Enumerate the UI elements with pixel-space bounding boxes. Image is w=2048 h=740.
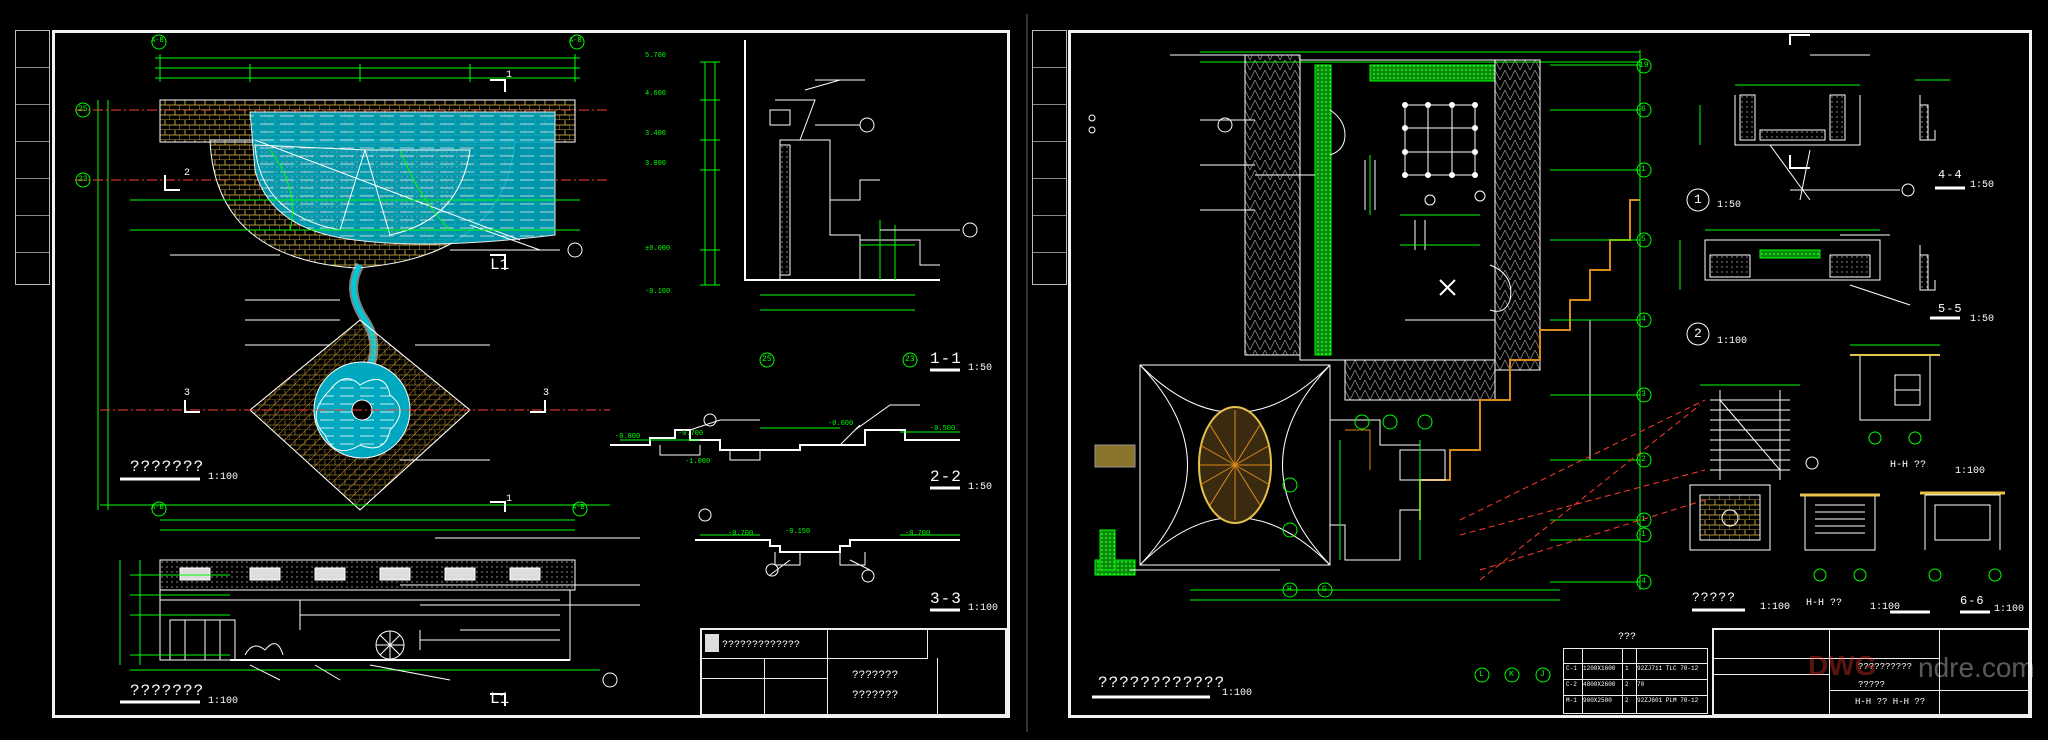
detail-2-number: 2 [1694,326,1702,341]
level-3000: 3.000 [645,160,667,168]
detail-2-scale: 1:100 [1717,336,1748,347]
cut-mark-1-bottom: 1 [506,494,513,505]
schedule-row-1-code: C-1 [1566,665,1577,672]
schedule-row-1-size: 1200X1600 [1583,665,1616,672]
level-neg0700-b: -0.700 [728,530,754,538]
section-5-5-scale: 1:50 [1970,314,1995,325]
level-5700: 5.700 [645,52,667,60]
axis-label-top-right: A-B [569,37,582,45]
level-neg0100: -0.100 [645,288,671,296]
watermark-brand: DWG [1808,650,1877,681]
cut-mark-L1-b: L1 [490,690,510,708]
schedule-row-2-code: C-2 [1566,681,1577,688]
left-title-block-label: ????????????? [722,640,801,651]
section-2-2-scale: 1:50 [968,482,993,493]
left-plan-scale: 1:100 [208,472,239,483]
grid-label-L: L [1479,670,1484,679]
right-plan-title: ???????????? [1098,674,1226,692]
level-neg0500: -0.500 [930,425,956,433]
cut-mark-2: 2 [184,168,191,179]
detail-1-number: 1 [1694,192,1702,207]
schedule-row-3-size: 900X2500 [1583,697,1612,704]
section-6-6-title: 6-6 [1960,594,1985,608]
grid-label-G: G [1322,585,1327,594]
schedule-title: ??? [1618,632,1637,643]
schedule-row-3-ref: 92ZJ601 PLM 70-12 [1637,697,1699,704]
cut-mark-3-left: 3 [184,388,191,399]
cut-mark-3-right: 3 [543,388,550,399]
grid-label-2: 1 [1641,165,1646,174]
section-4-4-title: 4-4 [1938,168,1963,182]
elevation-hh-scale: 1:100 [1955,466,1986,477]
section-3-3-scale: 1:100 [968,603,999,614]
left-plan-title: ??????? [130,458,205,476]
left-title-block-logo [705,634,719,652]
left-elevation [119,501,640,706]
cut-mark-L1-a: L1 [490,256,510,274]
level-neg0800: -0.800 [615,433,641,441]
section-6-6-scale: 1:100 [1994,604,2025,615]
pergola-title: ????? [1692,590,1737,605]
axis-label-sec-25: 25 [762,355,772,364]
level-neg0150: -0.150 [785,528,811,536]
elevation-hh-title: H-H ?? [1890,460,1927,471]
grid-label-K: K [1509,670,1514,679]
level-neg1000: -1.000 [685,458,711,466]
section-3-3-title: 3-3 [930,590,962,608]
level-neg0700: -0.700 [678,430,704,438]
section-4-4-scale: 1:50 [1970,180,1995,191]
schedule-row-1-ref: 92ZJ711 TLC 70-12 [1637,665,1699,672]
detail-1-scale: 1:50 [1717,200,1742,211]
axis-label-23: 23 [78,175,88,184]
grid-label-8: 1 [1641,530,1646,539]
schedule-row-3-qty: 2 [1625,697,1629,704]
section-1-1-title: 1-1 [930,350,962,368]
grid-label-1: 6 [1641,105,1646,114]
schedule-row-1-qty: 1 [1625,665,1629,672]
left-title-block-name1: ??????? [852,670,899,682]
level-3400: 3.400 [645,130,667,138]
section-2-2-title: 2-2 [930,468,962,486]
schedule-row-3-code: M-1 [1566,697,1577,704]
level-neg0600: -0.600 [828,420,854,428]
grid-label-6: 2 [1641,455,1646,464]
section-1-1 [700,40,978,368]
right-plan [1094,50,1706,683]
cut-mark-1-top: 1 [506,70,513,81]
elevation-hh2-title: H-H ?? [1806,598,1843,609]
level-4600: 4.600 [645,90,667,98]
section-1-1-scale: 1:50 [968,363,993,374]
axis-label-mid-right: A-B [572,504,585,512]
pergola-scale: 1:100 [1760,602,1791,613]
left-elevation-scale: 1:100 [208,696,239,707]
axis-label-top-left: A-B [151,37,164,45]
schedule-row-2-size: 4800X2600 [1583,681,1616,688]
right-plan-scale: 1:100 [1222,688,1253,699]
section-5-5-title: 5-5 [1938,302,1963,316]
left-elevation-title: ??????? [130,682,205,700]
schedule-row-2-ref: 70 [1637,681,1645,688]
schedule-row-2-qty: 2 [1625,681,1629,688]
grid-label-3: 5 [1641,235,1646,244]
left-plan [75,34,610,517]
level-neg0700-c: -0.700 [905,530,931,538]
grid-label-5: 3 [1641,390,1646,399]
grid-label-H: H [1287,585,1292,594]
axis-label-25: 25 [78,105,88,114]
level-0000: ±0.000 [645,245,671,253]
grid-label-0: 19 [1639,61,1649,70]
grid-label-7: 1 [1641,515,1646,524]
grid-label-4: 4 [1641,315,1646,324]
watermark-site: ndre.com [1918,652,2035,683]
axis-label-mid-left: A-B [151,504,164,512]
right-title-block-name2: H-H ?? H-H ?? [1855,697,1926,707]
grid-label-9: 4 [1641,577,1646,586]
section-3-3 [695,508,960,583]
elevation-hh2-scale: 1:100 [1870,602,1901,613]
left-title-block-name2: ??????? [852,690,899,702]
grid-label-J: J [1540,670,1545,679]
section-2-2 [610,404,960,461]
axis-label-sec-23: 23 [905,355,915,364]
